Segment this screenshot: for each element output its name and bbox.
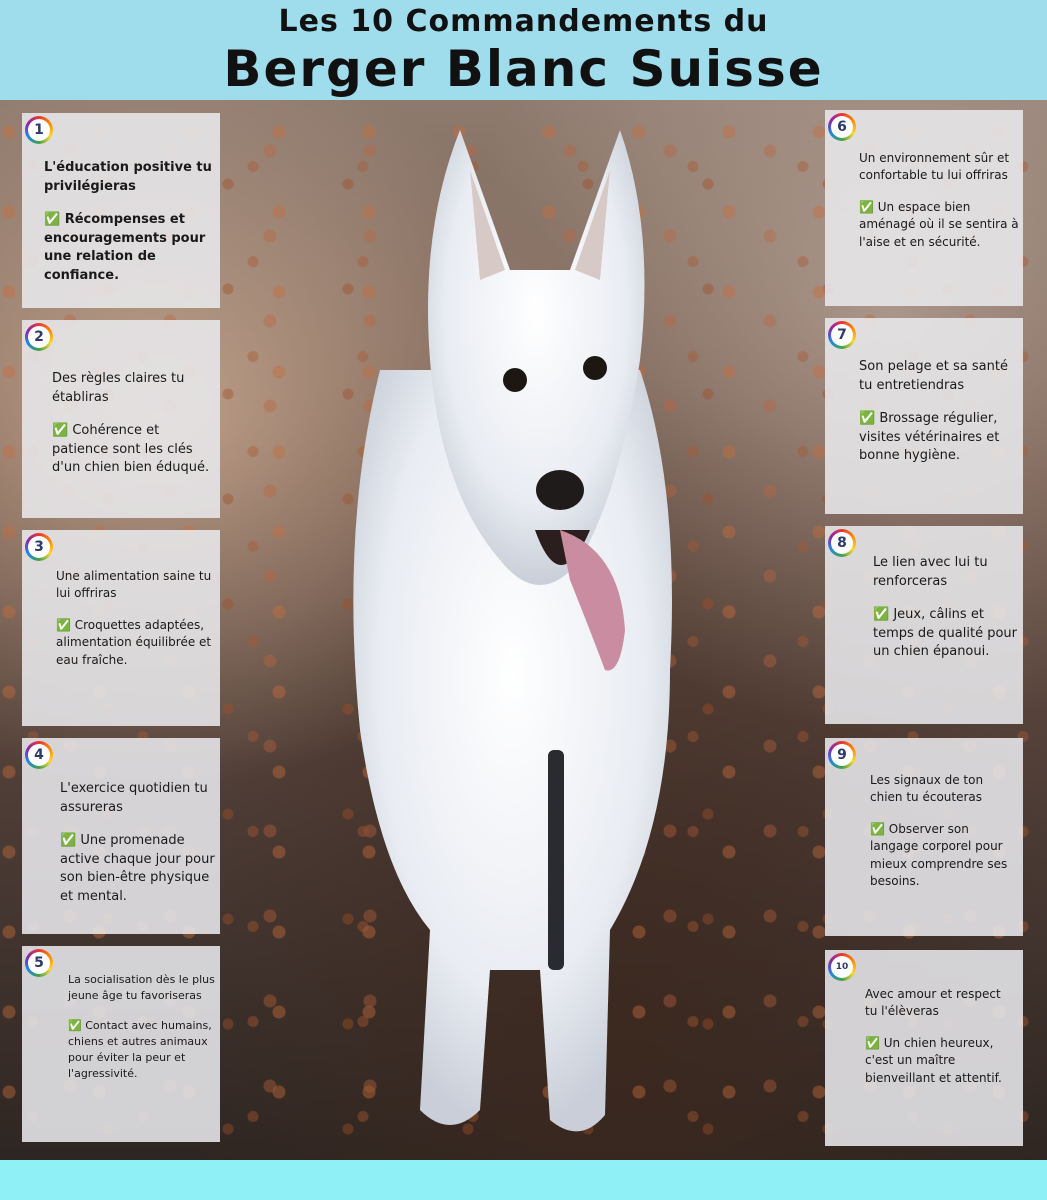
number-badge-icon: 2: [25, 323, 53, 351]
commandment-detail: ✅ Croquettes adaptées, alimentation équi…: [56, 617, 212, 667]
commandment-title: Des règles claires tu établiras: [52, 371, 185, 405]
commandment-title: Le lien avec lui tu renforceras: [873, 555, 988, 589]
commandment-card-2: 2 Des règles claires tu établiras ✅ Cohé…: [22, 320, 220, 518]
commandment-card-3: 3 Une alimentation saine tu lui offriras…: [22, 530, 220, 726]
commandment-detail: ✅ Cohérence et patience sont les clés d'…: [52, 422, 210, 476]
commandment-card-8: 8 Le lien avec lui tu renforceras ✅ Jeux…: [825, 526, 1023, 724]
commandment-title: Son pelage et sa santé tu entretiendras: [859, 359, 1008, 393]
number-badge-icon: 3: [25, 533, 53, 561]
commandment-title: L'exercice quotidien tu assureras: [60, 781, 208, 815]
commandment-detail: ✅ Jeux, câlins et temps de qualité pour …: [873, 606, 1017, 660]
commandment-title: La socialisation dès le plus jeune âge t…: [68, 973, 215, 1002]
number-badge-icon: 4: [25, 741, 53, 769]
number-badge-icon: 5: [25, 949, 53, 977]
number-badge-icon: 1: [25, 116, 53, 144]
commandment-card-6: 6 Un environnement sûr et confortable tu…: [825, 110, 1023, 306]
commandment-card-1: 1 L'éducation positive tu privilégieras …: [22, 113, 220, 308]
commandment-title: Les signaux de ton chien tu écouteras: [870, 773, 984, 805]
title-line-2: Berger Blanc Suisse: [223, 40, 824, 98]
commandment-detail: ✅ Brossage régulier, visites vétérinaire…: [859, 410, 1000, 464]
commandment-card-4: 4 L'exercice quotidien tu assureras ✅ Un…: [22, 738, 220, 934]
commandment-detail: ✅ Observer son langage corporel pour mie…: [870, 821, 1008, 888]
commandment-detail: ✅ Récompenses et encouragements pour une…: [44, 211, 206, 284]
commandment-title: Un environnement sûr et confortable tu l…: [859, 151, 1010, 183]
commandment-detail: ✅ Une promenade active chaque jour pour …: [60, 832, 215, 905]
commandment-title: L'éducation positive tu privilégieras: [44, 160, 212, 194]
commandment-card-9: 9 Les signaux de ton chien tu écouteras …: [825, 738, 1023, 936]
white-dog-illustration: [353, 130, 672, 1132]
header-banner: Les 10 Commandements du Berger Blanc Sui…: [0, 0, 1047, 100]
commandment-title: Une alimentation saine tu lui offriras: [56, 569, 212, 601]
footer-band: [0, 1160, 1047, 1200]
number-badge-icon: 6: [828, 113, 856, 141]
title-line-1: Les 10 Commandements du: [278, 4, 769, 39]
number-badge-icon: 8: [828, 529, 856, 557]
commandment-card-7: 7 Son pelage et sa santé tu entretiendra…: [825, 318, 1023, 514]
commandment-card-5: 5 La socialisation dès le plus jeune âge…: [22, 946, 220, 1142]
commandment-title: Avec amour et respect tu l'élèveras: [865, 987, 1001, 1019]
commandment-detail: ✅ Contact avec humains, chiens et autres…: [68, 1018, 212, 1080]
commandment-card-10: 10 Avec amour et respect tu l'élèveras ✅…: [825, 950, 1023, 1146]
number-badge-icon: 10: [828, 953, 856, 981]
number-badge-icon: 9: [828, 741, 856, 769]
commandment-detail: ✅ Un espace bien aménagé où il se sentir…: [859, 199, 1019, 249]
number-badge-icon: 7: [828, 321, 856, 349]
commandment-detail: ✅ Un chien heureux, c'est un maître bien…: [865, 1035, 1002, 1085]
